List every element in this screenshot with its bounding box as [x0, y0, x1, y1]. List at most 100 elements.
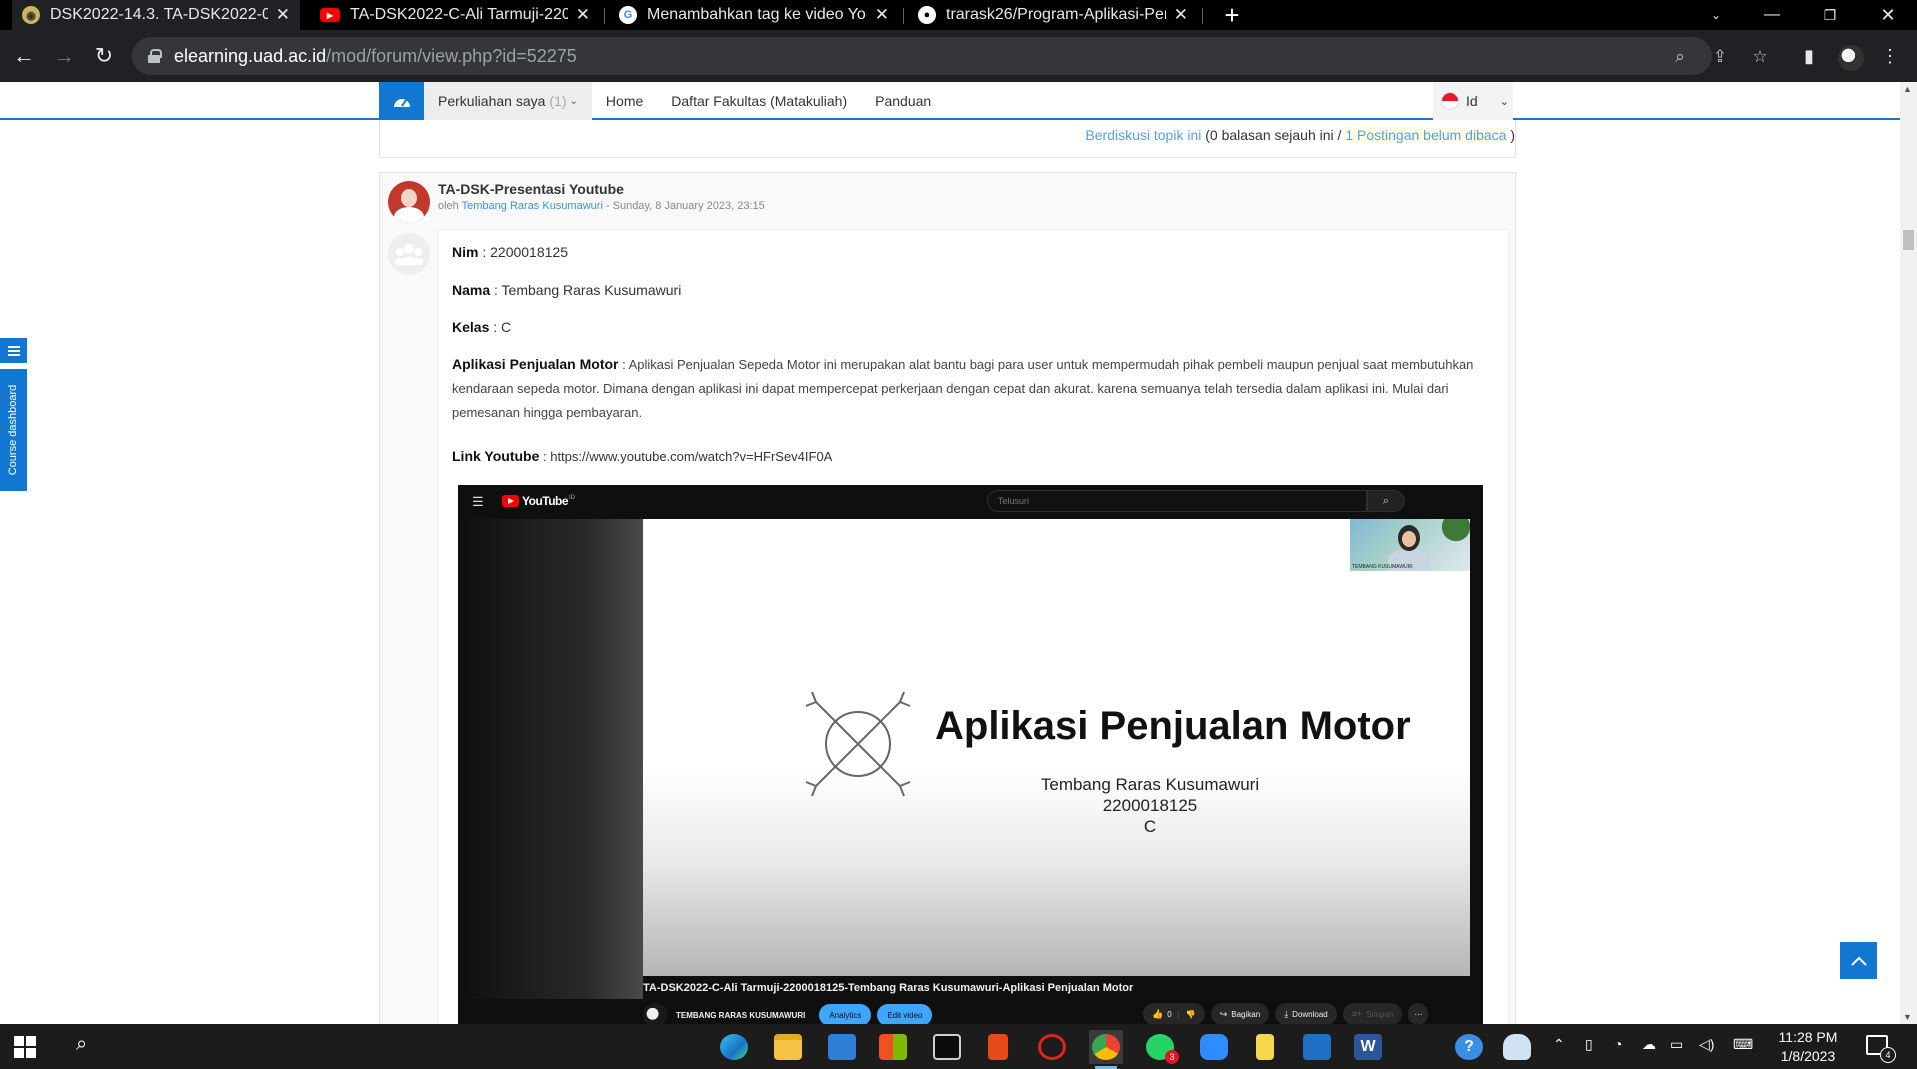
discussion-summary: Berdiskusi topik ini (0 balasan sejauh i… — [379, 120, 1516, 158]
drawer-toggle-button[interactable] — [0, 338, 27, 363]
tab-separator — [604, 8, 605, 24]
channel-row: TEMBANG RARAS KUSUMAWURI Analytics Edit … — [643, 1003, 938, 1024]
browser-tab-google[interactable]: G Menambahkan tag ke video YouT ✕ — [609, 0, 899, 30]
word-app-icon[interactable]: W — [1351, 1030, 1385, 1064]
dashboard-home-button[interactable] — [379, 82, 424, 120]
download-button: ⤓ Download — [1275, 1003, 1337, 1024]
minimize-button[interactable]: — — [1750, 0, 1794, 30]
notification-center-icon[interactable]: 4 — [1866, 1035, 1896, 1063]
nav-perkuliahan-saya[interactable]: Perkuliahan saya (1) ⌄ — [424, 82, 592, 120]
nav-panduan[interactable]: Panduan — [861, 82, 945, 120]
nav-label: Daftar Fakultas (Matakuliah) — [671, 93, 848, 109]
uad-logo-icon: ◉ — [22, 6, 40, 24]
reload-button[interactable]: ↻ — [90, 42, 118, 70]
microsoft-store-icon[interactable] — [876, 1030, 910, 1064]
author-avatar[interactable] — [388, 181, 430, 223]
discuss-topic-link[interactable]: Berdiskusi topik ini — [1085, 127, 1201, 143]
browser-tab-github[interactable]: ● trarask26/Program-Aplikasi-Penj ✕ — [908, 0, 1198, 30]
close-tab-icon[interactable]: ✕ — [875, 5, 889, 25]
webcam-overlay: TEMBANG KUSUMAWURI — [1350, 519, 1470, 571]
volume-icon[interactable]: ◁) — [1699, 1036, 1714, 1053]
device-icon[interactable]: ▯ — [1585, 1036, 1593, 1053]
keyboard-icon[interactable]: ⌨ — [1733, 1036, 1753, 1053]
download-icon: ⤓ — [1284, 1008, 1289, 1019]
kelas-field: Kelas : C — [452, 319, 512, 335]
tab-separator — [1202, 8, 1203, 24]
close-tab-icon[interactable]: ✕ — [276, 5, 290, 25]
battery-icon[interactable]: ▭ — [1670, 1036, 1683, 1053]
share-button: ↪ Bagikan — [1210, 1003, 1270, 1024]
help-icon[interactable]: ? — [1452, 1030, 1486, 1064]
unread-posts-link[interactable]: 1 Postingan belum dibaca — [1345, 127, 1507, 143]
chevron-up-icon[interactable]: ⌃ — [1553, 1036, 1565, 1053]
side-panel-icon[interactable]: ▮ — [1795, 42, 1823, 70]
zoom-icon[interactable]: ⌕ — [1670, 47, 1690, 67]
lock-icon[interactable] — [148, 49, 162, 63]
browser-tab-forum[interactable]: ◉ DSK2022-14.3. TA-DSK2022-05: F ✕ — [12, 0, 300, 30]
back-button[interactable]: ← — [10, 42, 38, 70]
youtube-screenshot-image: ☰ YouTube ID Telusuri ⌕ TEMBANG KUSUMAWU… — [458, 485, 1483, 1024]
zoom-app-icon[interactable] — [1197, 1030, 1231, 1064]
hamburger-menu-icon: ☰ — [472, 494, 484, 509]
close-window-button[interactable]: ✕ — [1866, 0, 1910, 30]
nav-daftar-fakultas[interactable]: Daftar Fakultas (Matakuliah) — [657, 82, 861, 120]
mail-app-icon[interactable] — [825, 1030, 859, 1064]
file-explorer-icon[interactable] — [771, 1030, 805, 1064]
url-text[interactable]: elearning.uad.ac.id/mod/forum/view.php?i… — [174, 46, 577, 67]
forward-button[interactable]: → — [50, 42, 78, 70]
wifi-icon[interactable]: ◔ — [1614, 1036, 1622, 1052]
whatsapp-icon[interactable]: 3 — [1143, 1030, 1179, 1064]
terminal-icon[interactable] — [930, 1030, 964, 1064]
byline-prefix: oleh — [438, 200, 459, 212]
edge-app-icon[interactable] — [717, 1030, 751, 1064]
author-link[interactable]: Tembang Raras Kusumawuri — [462, 200, 603, 212]
bookmark-star-icon[interactable]: ☆ — [1750, 47, 1770, 67]
browser-tab-youtube[interactable]: ▶ TA-DSK2022-C-Ali Tarmuji-22000 ✕ — [310, 0, 600, 30]
share-icon[interactable]: ⇪ — [1710, 47, 1730, 67]
photos-app-icon[interactable] — [1300, 1030, 1334, 1064]
browser-tab-strip: ◉ DSK2022-14.3. TA-DSK2022-05: F ✕ ▶ TA-… — [0, 0, 1917, 30]
restore-button[interactable]: ❐ — [1808, 0, 1852, 30]
scroll-up-icon[interactable]: ▲ — [1903, 84, 1912, 94]
share-arrow-icon: ↪ — [1219, 1008, 1228, 1019]
close-tab-icon[interactable]: ✕ — [576, 5, 590, 25]
course-dashboard-tab[interactable]: Course dashboard — [0, 369, 27, 491]
antivirus-icon[interactable] — [1035, 1030, 1069, 1064]
replies-count: (0 balasan sejauh ini / — [1205, 127, 1342, 143]
nama-field: Nama : Tembang Raras Kusumawuri — [452, 282, 682, 298]
office-icon[interactable] — [981, 1030, 1015, 1064]
sticky-notes-icon[interactable] — [1248, 1030, 1282, 1064]
nim-field: Nim : 2200018125 — [452, 244, 568, 260]
like-button: 👍 0 | 👎 — [1143, 1003, 1205, 1024]
nav-home[interactable]: Home — [592, 82, 657, 120]
windows-start-button[interactable] — [14, 1036, 36, 1058]
github-icon: ● — [918, 6, 936, 24]
system-clock[interactable]: 11:28 PM 1/8/2023 — [1773, 1028, 1843, 1066]
scroll-down-icon[interactable]: ▼ — [1903, 1012, 1912, 1022]
playlist-add-icon: ≡+ — [1351, 1009, 1363, 1019]
chrome-app-icon[interactable] — [1089, 1030, 1123, 1069]
scrollbar-thumb[interactable] — [1903, 230, 1914, 250]
app-description: Aplikasi Penjualan Motor : Aplikasi Penj… — [452, 356, 1474, 420]
course-dashboard-label: Course dashboard — [7, 384, 19, 476]
save-button: ≡+ Simpan — [1342, 1003, 1403, 1024]
moodle-navbar: Perkuliahan saya (1) ⌄ Home Daftar Fakul… — [0, 82, 1900, 120]
paren-close: ) — [1510, 127, 1515, 143]
tab-search-icon[interactable]: ⌄ — [1694, 0, 1738, 30]
post-content: Nim : 2200018125 Nama : Tembang Raras Ku… — [437, 229, 1509, 1024]
new-tab-button[interactable]: + — [1217, 0, 1247, 30]
thumbs-up-icon: 👍 — [1152, 1008, 1164, 1019]
browser-menu-icon[interactable]: ⋮ — [1876, 42, 1904, 70]
group-picture-icon — [388, 233, 430, 275]
page-scrollbar[interactable]: ▲ ▼ — [1900, 82, 1917, 1024]
back-to-top-button[interactable] — [1840, 942, 1877, 979]
onedrive-cloud-icon[interactable]: ☁ — [1642, 1036, 1656, 1053]
app-logo-icon — [805, 691, 911, 797]
close-tab-icon[interactable]: ✕ — [1174, 5, 1188, 25]
weather-icon[interactable] — [1500, 1030, 1534, 1064]
language-selector[interactable]: Id ⌄ — [1433, 82, 1513, 120]
profile-avatar[interactable] — [1838, 45, 1864, 71]
tab-title: trarask26/Program-Aplikasi-Penj — [946, 6, 1166, 23]
address-bar[interactable]: elearning.uad.ac.id/mod/forum/view.php?i… — [132, 37, 1768, 75]
search-icon[interactable]: ⌕ — [76, 1033, 87, 1056]
